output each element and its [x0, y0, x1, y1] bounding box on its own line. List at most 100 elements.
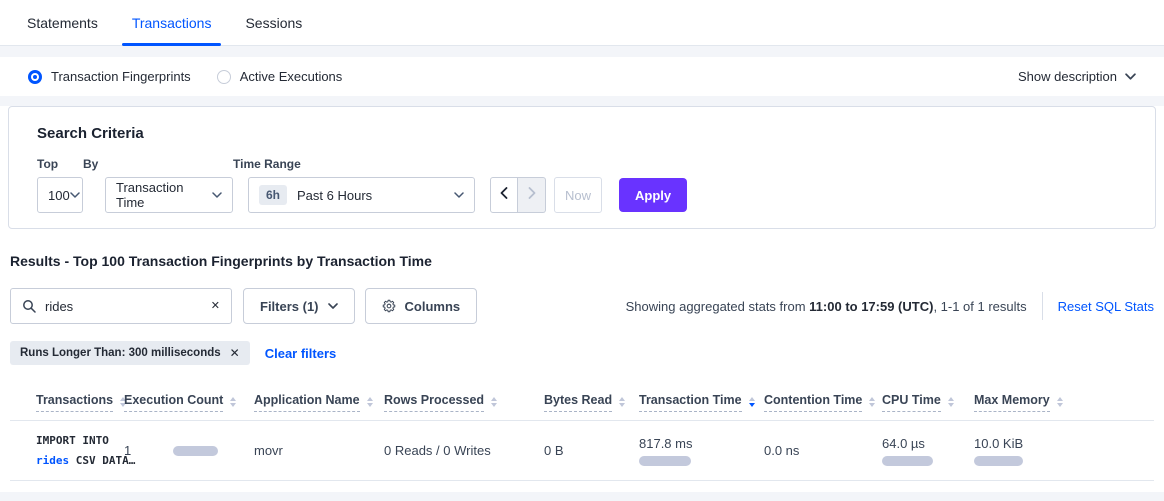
cell-transaction-time: 817.8 ms	[639, 421, 764, 481]
column-header-rows-processed[interactable]: Rows Processed	[384, 381, 544, 421]
close-icon[interactable]: ✕	[230, 347, 240, 359]
column-header-max-memory[interactable]: Max Memory	[974, 381, 1154, 421]
cell-transaction: IMPORT INTO rides CSV DATA…	[10, 421, 124, 481]
chevron-down-icon	[212, 192, 222, 198]
time-range-value: Past 6 Hours	[297, 188, 372, 203]
execution-count-bar	[173, 446, 218, 456]
transaction-statement-line1: IMPORT INTO	[36, 431, 116, 450]
section-divider	[0, 96, 1164, 106]
column-header-cpu-time[interactable]: CPU Time	[882, 381, 974, 421]
top-select[interactable]: 100	[37, 177, 83, 213]
active-filters-row: Runs Longer Than: 300 milliseconds ✕ Cle…	[10, 341, 1154, 365]
search-icon	[22, 299, 36, 313]
cpu-time-bar	[882, 456, 933, 466]
chevron-down-icon	[328, 303, 338, 309]
column-header-transaction-time[interactable]: Transaction Time	[639, 381, 764, 421]
chevron-left-icon	[500, 186, 508, 204]
time-range-field: Time Range 6h Past 6 Hours	[233, 157, 475, 213]
sort-icons[interactable]	[869, 397, 875, 412]
gear-icon	[382, 299, 396, 313]
view-toggle-row: Transaction Fingerprints Active Executio…	[0, 57, 1164, 96]
column-header-execution-count[interactable]: Execution Count	[124, 381, 254, 421]
column-header-application-name[interactable]: Application Name	[254, 381, 384, 421]
top-label: Top	[37, 157, 83, 171]
search-box: ✕	[10, 288, 232, 324]
by-select-value: Transaction Time	[116, 180, 212, 210]
clear-filters-link[interactable]: Clear filters	[265, 346, 337, 361]
bottom-divider	[0, 492, 1164, 501]
column-header-contention-time[interactable]: Contention Time	[764, 381, 882, 421]
cell-contention-time: 0.0 ns	[764, 421, 882, 481]
sort-icons[interactable]	[1057, 397, 1063, 412]
show-description-toggle[interactable]: Show description	[1018, 69, 1136, 84]
tab-bar: Statements Transactions Sessions	[0, 0, 1164, 46]
now-button[interactable]: Now	[554, 177, 602, 213]
transactions-page: Statements Transactions Sessions Transac…	[0, 0, 1164, 501]
tab-sessions[interactable]: Sessions	[228, 0, 319, 45]
cell-application-name: movr	[254, 421, 384, 481]
results-heading: Results - Top 100 Transaction Fingerprin…	[10, 253, 1154, 269]
radio-label: Transaction Fingerprints	[51, 69, 191, 84]
search-criteria-title: Search Criteria	[37, 125, 1127, 142]
column-header-transactions[interactable]: Transactions	[10, 381, 124, 421]
clear-search-icon[interactable]: ✕	[211, 301, 220, 312]
filters-button-label: Filters (1)	[260, 299, 319, 314]
sort-icons[interactable]	[948, 397, 954, 412]
chevron-right-icon	[528, 186, 536, 204]
time-range-label: Time Range	[233, 157, 475, 171]
filters-button[interactable]: Filters (1)	[243, 288, 355, 324]
chevron-down-icon	[1125, 73, 1136, 80]
sort-icons[interactable]	[619, 397, 625, 412]
transaction-fingerprint-link[interactable]: rides	[36, 454, 69, 467]
sort-icons[interactable]	[491, 397, 497, 412]
radio-selected-icon	[28, 70, 42, 84]
transaction-time-bar	[639, 456, 691, 466]
column-header-bytes-read[interactable]: Bytes Read	[544, 381, 639, 421]
show-description-label: Show description	[1018, 69, 1117, 84]
time-range-badge: 6h	[259, 185, 287, 205]
sort-icons-desc-active[interactable]	[749, 397, 755, 412]
chevron-down-icon	[454, 192, 464, 198]
chevron-down-icon	[70, 192, 80, 198]
table-header-row: Transactions Execution Count Application…	[10, 381, 1154, 421]
cell-cpu-time: 64.0 µs	[882, 421, 974, 481]
columns-button[interactable]: Columns	[365, 288, 478, 324]
max-memory-bar	[974, 456, 1023, 466]
table-row: IMPORT INTO rides CSV DATA… 1 movr 0 Rea…	[10, 421, 1154, 481]
time-next-button[interactable]	[518, 177, 546, 213]
radio-transaction-fingerprints[interactable]: Transaction Fingerprints	[28, 69, 191, 84]
by-select[interactable]: Transaction Time	[105, 177, 233, 213]
apply-button[interactable]: Apply	[619, 178, 687, 212]
reset-sql-stats-link[interactable]: Reset SQL Stats	[1058, 299, 1154, 314]
cell-bytes-read: 0 B	[544, 421, 639, 481]
results-section: Results - Top 100 Transaction Fingerprin…	[0, 253, 1164, 481]
results-controls-row: ✕ Filters (1) Columns Showing aggregated…	[10, 288, 1154, 324]
radio-active-executions[interactable]: Active Executions	[217, 69, 343, 84]
search-input[interactable]	[45, 299, 202, 314]
by-field: By Transaction Time	[83, 157, 233, 213]
aggregated-stats-text: Showing aggregated stats from 11:00 to 1…	[626, 299, 1027, 314]
transactions-table: Transactions Execution Count Application…	[10, 381, 1154, 481]
time-prev-button[interactable]	[490, 177, 518, 213]
tab-statements[interactable]: Statements	[10, 0, 115, 45]
transaction-statement-line2: rides CSV DATA…	[36, 451, 116, 470]
sort-icons[interactable]	[230, 397, 236, 412]
top-field: Top 100	[37, 157, 83, 213]
section-divider	[0, 46, 1164, 57]
time-range-select[interactable]: 6h Past 6 Hours	[248, 177, 475, 213]
by-label: By	[83, 157, 233, 171]
radio-label: Active Executions	[240, 69, 343, 84]
search-criteria-card: Search Criteria Top 100 By Transaction T…	[8, 106, 1156, 229]
filter-pill: Runs Longer Than: 300 milliseconds ✕	[10, 341, 250, 365]
cell-execution-count: 1	[124, 421, 254, 481]
sort-icons[interactable]	[367, 397, 373, 412]
filter-pill-label: Runs Longer Than: 300 milliseconds	[20, 347, 221, 359]
tab-transactions[interactable]: Transactions	[115, 0, 229, 45]
vertical-divider	[1042, 292, 1043, 320]
cell-rows-processed: 0 Reads / 0 Writes	[384, 421, 544, 481]
radio-unselected-icon	[217, 70, 231, 84]
columns-button-label: Columns	[405, 299, 461, 314]
cell-max-memory: 10.0 KiB	[974, 421, 1154, 481]
top-select-value: 100	[48, 188, 70, 203]
time-nav-group	[490, 177, 546, 213]
